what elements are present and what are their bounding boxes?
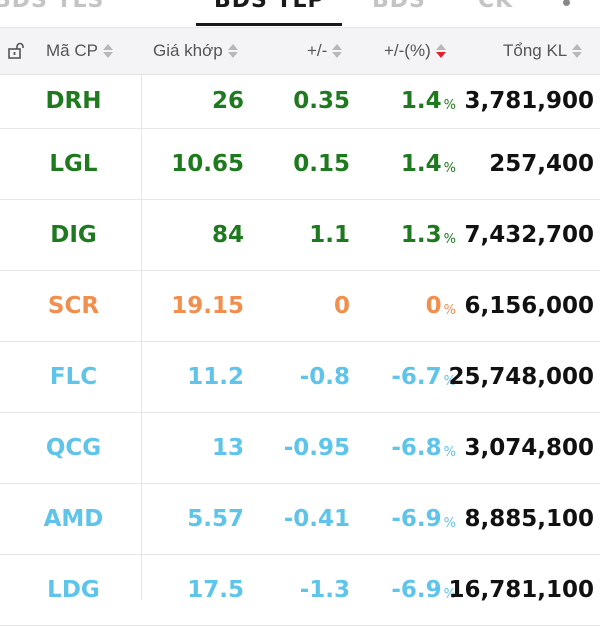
change-pct-cell: -6.9% [391, 484, 456, 554]
volume-cell: 6,156,000 [464, 293, 595, 319]
change-pct-cell: 1.4% [401, 74, 456, 128]
symbol-cell[interactable]: FLC [0, 342, 147, 412]
price-cell: 17.5 [187, 577, 244, 603]
symbol-cell[interactable]: LDG [0, 555, 147, 625]
change-pct-value: 1.4 [400, 88, 442, 114]
sort-icon [572, 43, 583, 59]
volume-cell: 16,781,100 [448, 577, 594, 603]
volume-cell: 3,074,800 [464, 435, 595, 461]
change-cell: -0.41 [283, 506, 350, 532]
stock-table: DRH 26 0.35 1.4% 3,781,900 LGL 10.65 0.1… [0, 74, 600, 626]
table-row[interactable]: FLC 11.2 -0.8 -6.7% 25,748,000 [0, 342, 600, 413]
symbol-cell[interactable]: QCG [0, 413, 147, 483]
tab-bar: BDS TLS BDS TLP BDS CK [0, 0, 600, 27]
change-cell: 0 [333, 293, 350, 319]
more-menu-icon[interactable] [563, 0, 570, 6]
header-volume[interactable]: Tổng KL [503, 28, 583, 74]
table-row[interactable]: DIG 84 1.1 1.3% 7,432,700 [0, 200, 600, 271]
tab-2[interactable]: BDS [372, 0, 426, 18]
price-cell: 13 [211, 435, 244, 461]
change-cell: -0.95 [283, 435, 350, 461]
unlock-icon[interactable] [7, 42, 24, 59]
change-pct-cell: -6.9% [391, 555, 456, 625]
column-divider [141, 74, 142, 600]
change-pct-cell: -6.8% [391, 413, 456, 483]
table-row[interactable]: AMD 5.57 -0.41 -6.9% 8,885,100 [0, 484, 600, 555]
symbol-cell[interactable]: SCR [0, 271, 147, 341]
change-pct-value: -6.9 [391, 577, 442, 603]
percent-unit: % [443, 231, 456, 247]
price-cell: 84 [211, 222, 244, 248]
table-row[interactable]: DRH 26 0.35 1.4% 3,781,900 [0, 74, 600, 129]
change-pct-cell: 1.3% [401, 200, 456, 270]
header-change-pct-label: +/-(%) [384, 41, 431, 60]
table-row[interactable]: QCG 13 -0.95 -6.8% 3,074,800 [0, 413, 600, 484]
header-change[interactable]: +/- [307, 28, 343, 74]
change-pct-value: -6.9 [391, 506, 442, 532]
table-row[interactable]: LGL 10.65 0.15 1.4% 257,400 [0, 129, 600, 200]
percent-unit: % [443, 302, 456, 318]
header-volume-label: Tổng KL [503, 41, 568, 60]
price-cell: 11.2 [187, 364, 244, 390]
change-pct-cell: 1.4% [401, 129, 456, 199]
active-tab-indicator [196, 23, 342, 26]
sort-desc-icon [435, 43, 446, 59]
symbol-cell[interactable]: DRH [0, 74, 147, 128]
header-price[interactable]: Giá khớp [153, 28, 238, 74]
sort-icon [102, 43, 113, 59]
change-cell: 1.1 [309, 222, 350, 248]
change-pct-value: 0 [425, 293, 442, 319]
change-pct-value: -6.8 [391, 435, 442, 461]
header-change-label: +/- [307, 41, 328, 60]
volume-cell: 3,781,900 [464, 88, 595, 114]
header-price-label: Giá khớp [153, 41, 223, 60]
price-cell: 26 [211, 88, 244, 114]
change-cell: -1.3 [299, 577, 350, 603]
price-cell: 5.57 [187, 506, 244, 532]
tab-3[interactable]: CK [478, 0, 513, 18]
tab-0[interactable]: BDS TLS [0, 0, 104, 18]
table-row[interactable]: LDG 17.5 -1.3 -6.9% 16,781,100 [0, 555, 600, 626]
symbol-cell[interactable]: AMD [0, 484, 147, 554]
volume-cell: 8,885,100 [464, 506, 595, 532]
table-header: Mã CP Giá khớp +/- +/-(%) Tổng KL [0, 27, 600, 75]
percent-unit: % [443, 97, 456, 113]
change-pct-cell: -6.7% [391, 342, 456, 412]
header-symbol[interactable]: Mã CP [46, 28, 113, 74]
percent-unit: % [443, 160, 456, 176]
volume-cell: 257,400 [489, 151, 594, 177]
header-symbol-label: Mã CP [46, 41, 98, 60]
symbol-cell[interactable]: DIG [0, 200, 147, 270]
change-pct-cell: 0% [426, 271, 456, 341]
sort-icon [227, 43, 238, 59]
change-pct-value: 1.3 [400, 222, 442, 248]
percent-unit: % [443, 444, 456, 460]
change-cell: -0.8 [299, 364, 350, 390]
change-cell: 0.35 [293, 88, 350, 114]
change-pct-value: 1.4 [400, 151, 442, 177]
change-pct-value: -6.7 [391, 364, 442, 390]
change-cell: 0.15 [293, 151, 350, 177]
volume-cell: 25,748,000 [448, 364, 594, 390]
volume-cell: 7,432,700 [464, 222, 595, 248]
price-cell: 19.15 [171, 293, 244, 319]
tab-1[interactable]: BDS TLP [214, 0, 325, 18]
price-cell: 10.65 [171, 151, 244, 177]
percent-unit: % [443, 515, 456, 531]
table-row[interactable]: SCR 19.15 0 0% 6,156,000 [0, 271, 600, 342]
header-change-pct[interactable]: +/-(%) [384, 28, 446, 74]
sort-icon [332, 43, 343, 59]
symbol-cell[interactable]: LGL [0, 129, 147, 199]
